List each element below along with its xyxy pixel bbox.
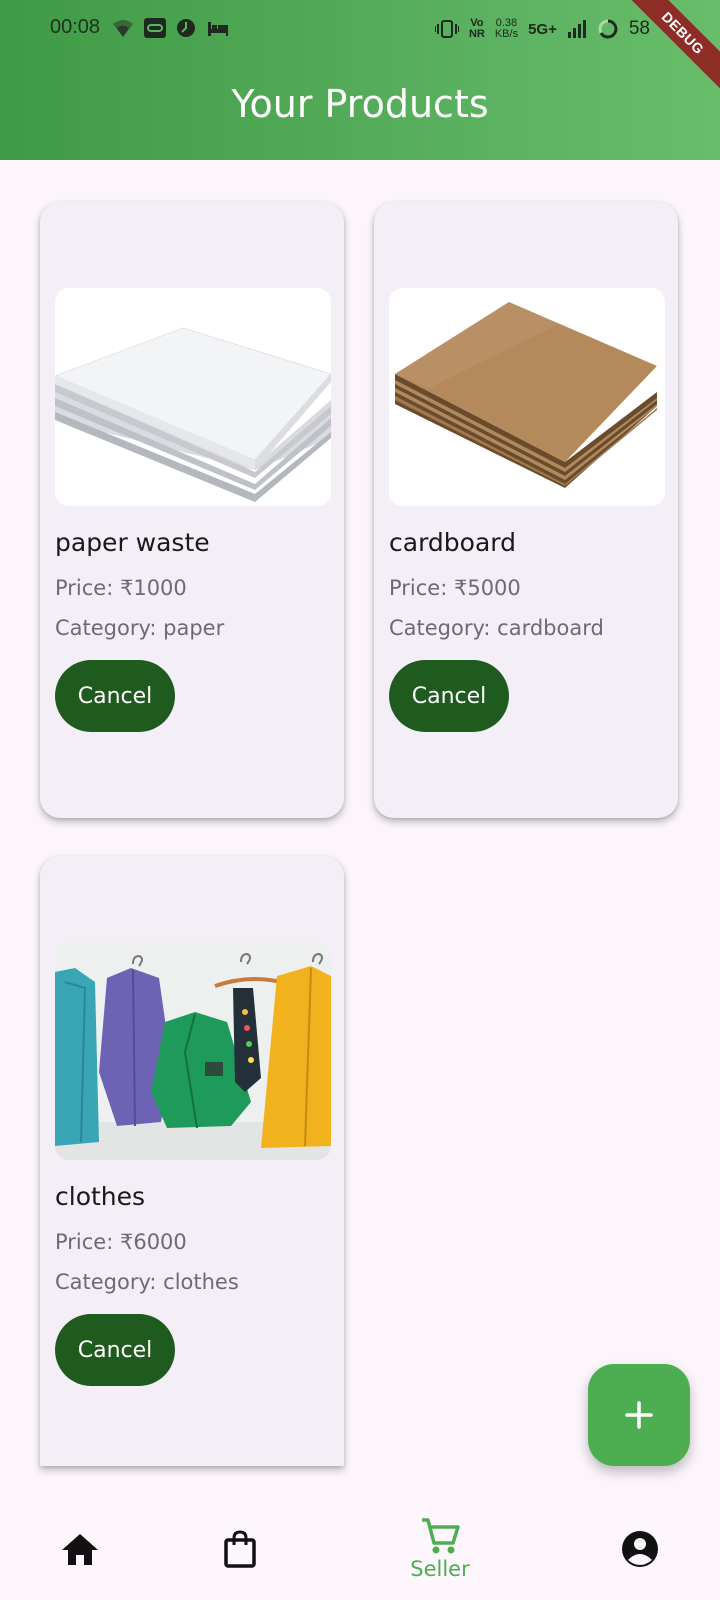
shopping-bag-icon: [224, 1530, 256, 1568]
product-category: Category: paper: [55, 616, 225, 640]
product-card: clothes Price: ₹6000 Category: clothes C…: [40, 856, 344, 1466]
clothes-image: [55, 942, 331, 1160]
product-category: Category: cardboard: [389, 616, 604, 640]
status-bar: 00:08 Vo NR 0.38 KB/s 5G+ 58: [0, 14, 720, 44]
home-icon: [62, 1534, 98, 1565]
cancel-button[interactable]: Cancel: [55, 660, 175, 732]
bed-icon: [208, 22, 228, 36]
clock-icon: [177, 19, 195, 37]
signal-icon: [567, 20, 586, 38]
product-price: Price: ₹5000: [389, 576, 521, 600]
product-price: Price: ₹1000: [55, 576, 187, 600]
cart-icon: [422, 1518, 460, 1554]
cancel-button[interactable]: Cancel: [55, 1314, 175, 1386]
product-image-cardboard: [389, 288, 665, 506]
product-name: cardboard: [389, 528, 516, 557]
network-type: 5G+: [528, 20, 557, 38]
link-icon: [144, 18, 166, 38]
status-time: 00:08: [50, 16, 101, 38]
nav-item-profile[interactable]: [610, 1498, 670, 1600]
product-name: clothes: [55, 1182, 146, 1211]
vonr-bottom-text: NR: [468, 28, 485, 40]
wifi-icon: [113, 20, 133, 37]
plus-icon: [625, 1401, 653, 1429]
product-category: Category: clothes: [55, 1270, 239, 1294]
product-card: paper waste Price: ₹1000 Category: paper…: [40, 202, 344, 818]
vonr-indicator: Vo NR: [469, 18, 485, 40]
speed-unit: KB/s: [494, 28, 519, 40]
battery-level: 58: [628, 18, 650, 39]
bottom-navigation: Seller: [0, 1498, 720, 1600]
nav-label-seller: Seller: [410, 1557, 470, 1581]
status-right-group: Vo NR 0.38 KB/s 5G+ 58: [434, 14, 650, 44]
cardboard-stack-image: [389, 288, 665, 506]
product-card: cardboard Price: ₹5000 Category: cardboa…: [374, 202, 678, 818]
product-image-paper: [55, 288, 331, 506]
paper-stack-image: [55, 288, 331, 506]
product-name: paper waste: [55, 528, 210, 557]
add-product-button[interactable]: [588, 1364, 690, 1466]
cancel-button[interactable]: Cancel: [389, 660, 509, 732]
product-price: Price: ₹6000: [55, 1230, 187, 1254]
page-title: Your Products: [231, 82, 489, 126]
network-speed: 0.38 KB/s: [495, 18, 518, 40]
battery-ring-icon: [598, 19, 618, 39]
vibrate-icon: [434, 20, 459, 38]
product-image-clothes: [55, 942, 331, 1160]
app-bar: 00:08 Vo NR 0.38 KB/s 5G+ 58 DEBUG Your …: [0, 0, 720, 160]
nav-item-home[interactable]: [50, 1498, 110, 1600]
nav-item-orders[interactable]: [210, 1498, 270, 1600]
nav-item-seller[interactable]: Seller: [390, 1498, 490, 1600]
account-circle-icon: [622, 1531, 658, 1567]
